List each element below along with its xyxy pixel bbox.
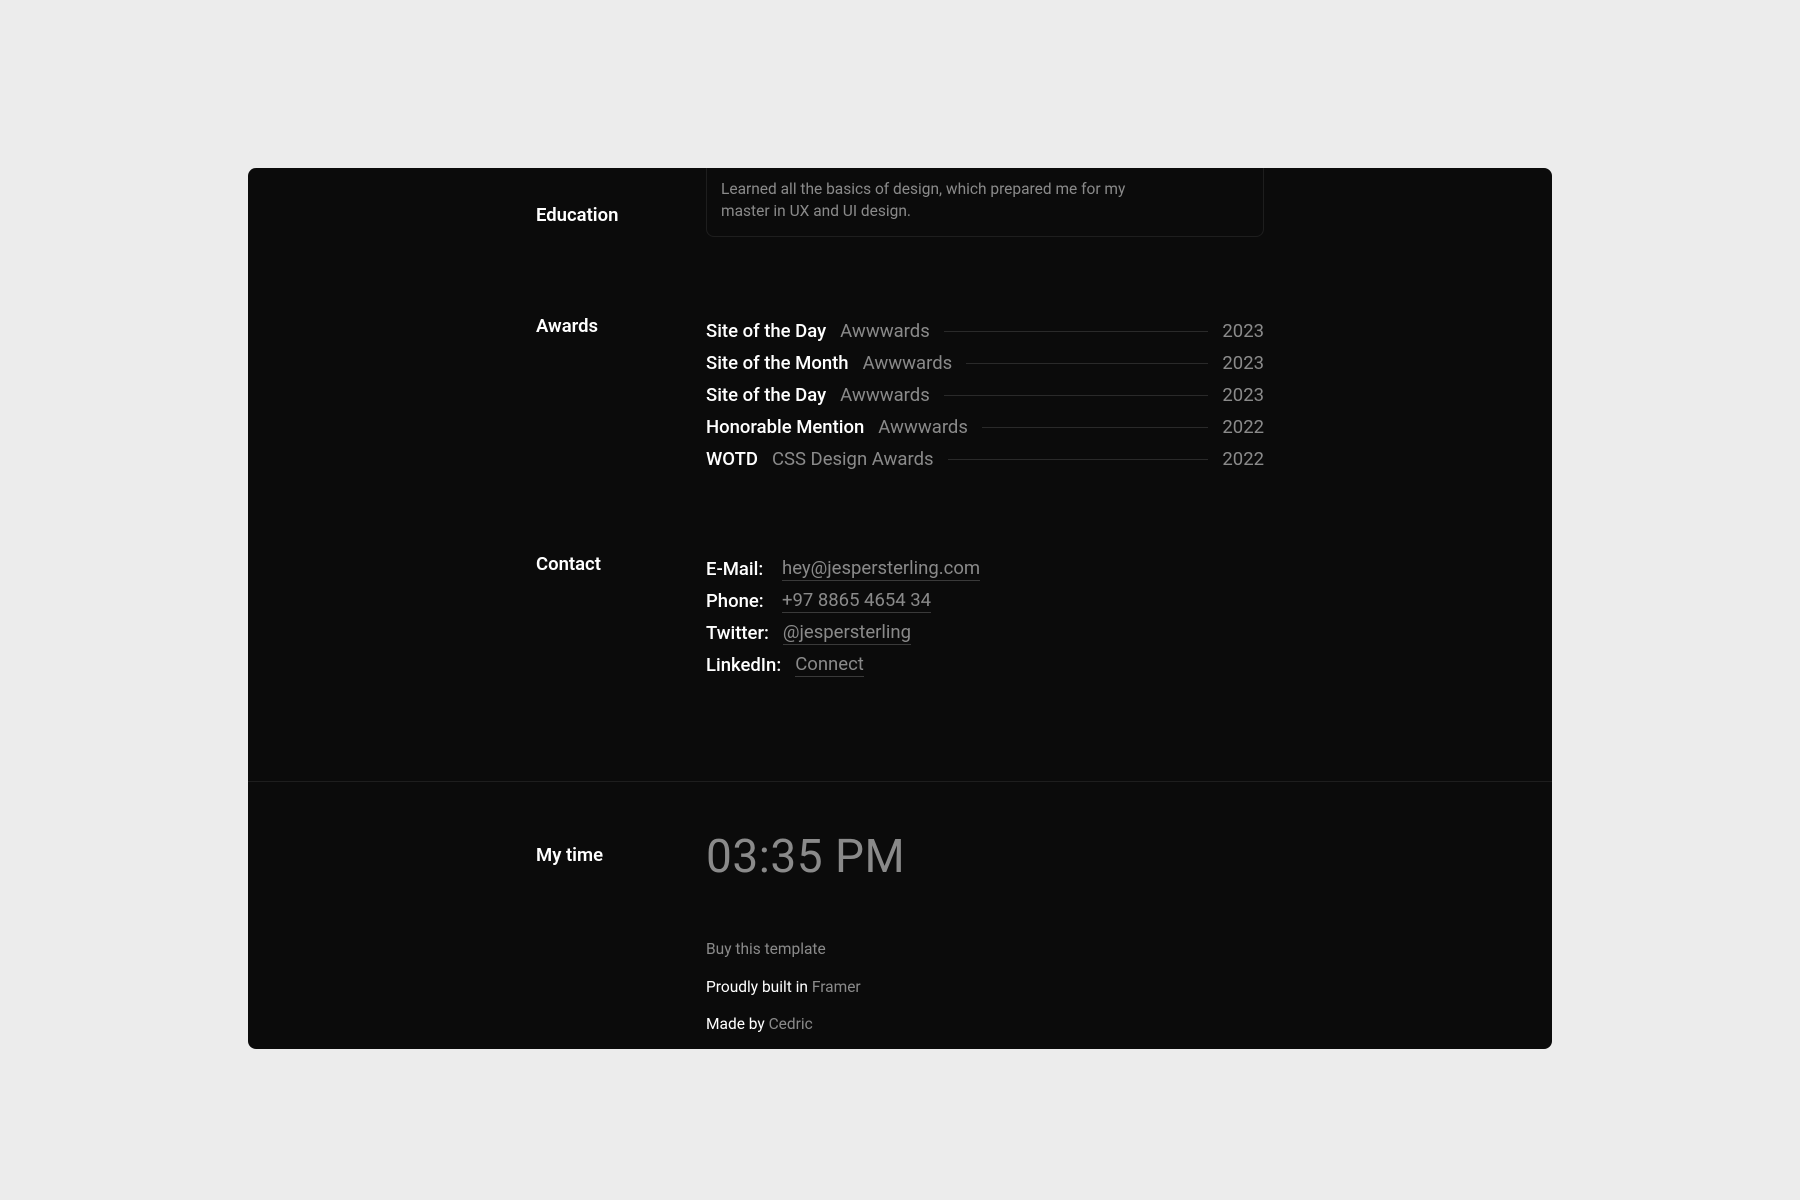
award-year: 2023 [1222,320,1264,342]
education-card: Learned all the basics of design, which … [706,168,1264,238]
award-row: Honorable Mention Awwwards 2022 [706,411,1264,443]
contact-label: Twitter: [706,622,769,644]
award-org: Awwwards [878,416,968,438]
award-title: Site of the Month [706,352,849,374]
section-heading-mytime: My time [536,844,706,866]
contact-row-phone: Phone: +97 8865 4654 34 [706,585,1264,617]
award-row: Site of the Day Awwwards 2023 [706,315,1264,347]
buy-template-link[interactable]: Buy this template [706,940,826,958]
education-card-text: Learned all the basics of design, which … [721,178,1161,223]
award-year: 2022 [1222,416,1264,438]
contact-label: Phone: [706,590,768,612]
section-heading-education: Education [536,204,706,226]
award-divider [944,395,1209,396]
footer-divider [248,781,1552,782]
award-divider [944,331,1209,332]
section-heading-awards: Awards [536,315,706,337]
award-divider [948,459,1209,460]
built-in-prefix: Proudly built in [706,978,808,996]
award-row: Site of the Month Awwwards 2023 [706,347,1264,379]
award-divider [966,363,1208,364]
award-title: Site of the Day [706,320,826,342]
contact-email-link[interactable]: hey@jespersterling.com [782,557,980,581]
contact-twitter-link[interactable]: @jespersterling [783,621,911,645]
contact-row-email: E-Mail: hey@jespersterling.com [706,553,1264,585]
award-title: Honorable Mention [706,416,864,438]
award-year: 2023 [1222,384,1264,406]
framer-link[interactable]: Framer [812,978,861,996]
award-org: Awwwards [840,384,930,406]
award-divider [982,427,1209,428]
section-heading-contact: Contact [536,553,706,575]
page-window: Education Learned all the basics of desi… [248,168,1552,1049]
contact-phone-link[interactable]: +97 8865 4654 34 [782,589,931,613]
contact-row-twitter: Twitter: @jespersterling [706,617,1264,649]
award-row: WOTD CSS Design Awards 2022 [706,443,1264,475]
award-org: Awwwards [863,352,953,374]
contact-label: LinkedIn: [706,654,781,676]
award-org: CSS Design Awards [772,448,934,470]
made-by-prefix: Made by [706,1015,765,1033]
award-org: Awwwards [840,320,930,342]
award-title: WOTD [706,448,758,470]
author-link[interactable]: Cedric [769,1015,813,1033]
award-year: 2023 [1222,352,1264,374]
contact-linkedin-link[interactable]: Connect [795,653,864,677]
award-title: Site of the Day [706,384,826,406]
award-row: Site of the Day Awwwards 2023 [706,379,1264,411]
contact-label: E-Mail: [706,558,768,580]
contact-row-linkedin: LinkedIn: Connect [706,649,1264,681]
clock-value: 03:35 PM [706,830,1264,884]
award-year: 2022 [1222,448,1264,470]
